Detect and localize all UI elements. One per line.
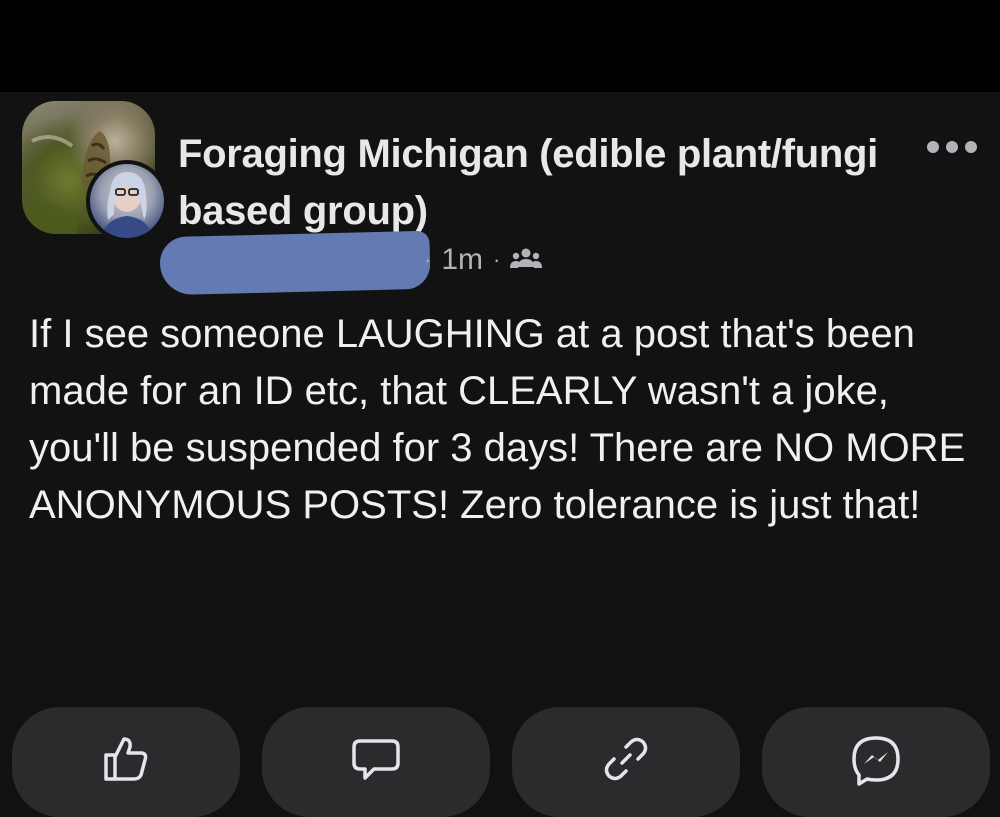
post-card: Foraging Michigan (edible plant/fungi ba… <box>0 92 1000 817</box>
share-link-button[interactable] <box>512 707 740 817</box>
like-icon <box>104 737 148 781</box>
user-avatar-image <box>100 172 154 238</box>
comment-icon <box>352 739 400 780</box>
meta-separator: · <box>424 247 432 272</box>
messenger-icon <box>852 736 900 786</box>
like-button[interactable] <box>12 707 240 817</box>
group-members-icon <box>510 248 543 268</box>
user-avatar[interactable] <box>86 160 168 242</box>
status-bar <box>0 0 1000 92</box>
comment-button[interactable] <box>262 707 490 817</box>
post-meta: · 1m · <box>424 240 543 280</box>
group-name[interactable]: Foraging Michigan (edible plant/fungi ba… <box>178 126 898 240</box>
more-options-icon[interactable] <box>922 132 982 162</box>
post-body-text: If I see someone LAUGHING at a post that… <box>29 312 966 527</box>
messenger-send-button[interactable] <box>762 707 990 817</box>
meta-separator: · <box>493 247 501 272</box>
post-timestamp[interactable]: 1m <box>441 243 483 277</box>
share-link-icon <box>604 737 648 781</box>
redacted-author-name <box>159 230 431 296</box>
